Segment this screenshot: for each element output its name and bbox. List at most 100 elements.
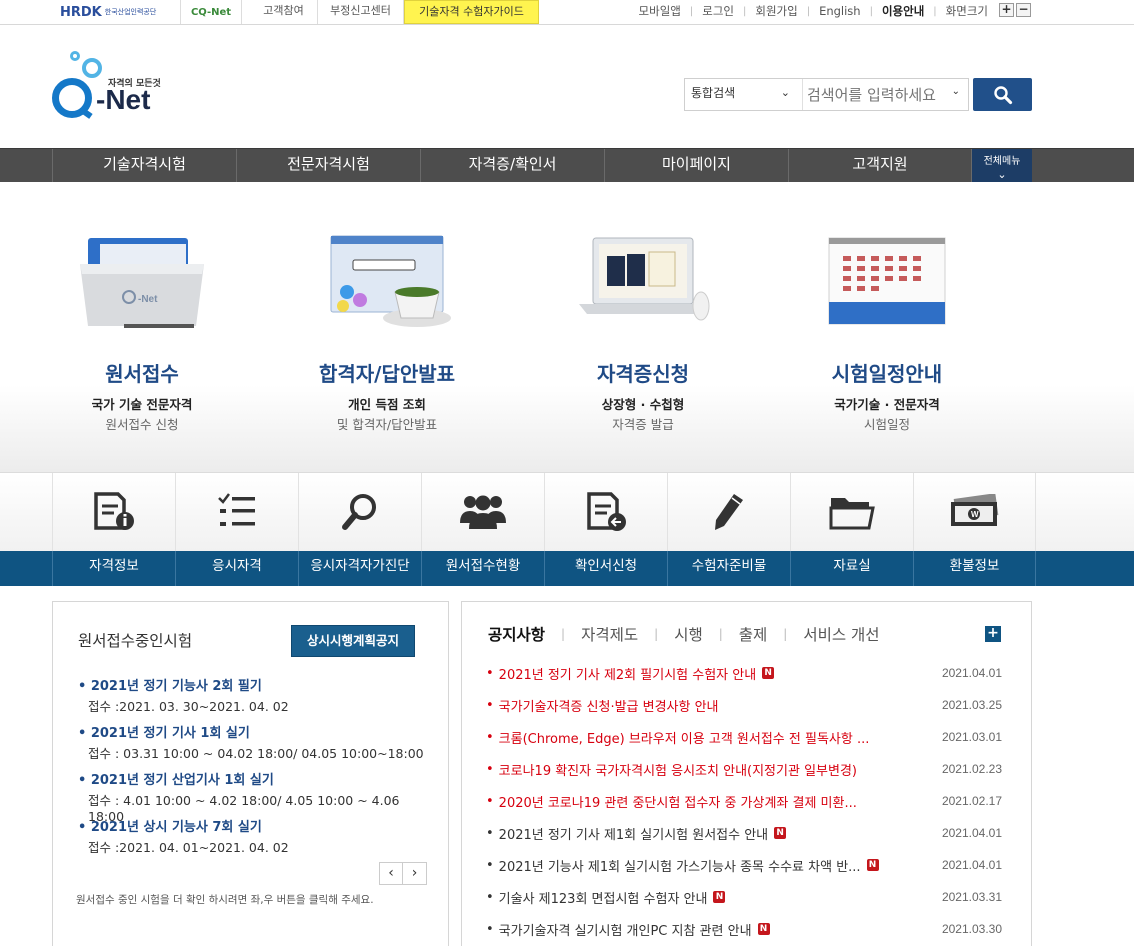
visual-card-sub2: 원서접수 신청 bbox=[105, 417, 179, 432]
search-button[interactable] bbox=[973, 78, 1032, 111]
bullet: • bbox=[486, 729, 494, 745]
list-item[interactable]: • 2021년 정기 기사 1회 실기 접수 : 03.31 10:00 ~ 0… bbox=[78, 722, 438, 769]
quick-menu-qualification-info[interactable] bbox=[52, 473, 175, 551]
notice-box: 공지사항 | 자격제도 | 시행 | 출제 | 서비스 개선 + • 2021년 정기 … bbox=[461, 601, 1032, 946]
link-mobile-app[interactable]: 모바일앱 bbox=[639, 3, 681, 19]
people-icon bbox=[460, 495, 506, 529]
quick-menu-application-status[interactable] bbox=[421, 473, 544, 551]
top-utility-bar: HRDK 한국산업인력공단 CQ-Net 고객참여 부정신고센터 기술자격 수험… bbox=[0, 0, 1134, 25]
regular-plan-notice-button[interactable]: 상시시행계획공지 bbox=[291, 625, 415, 657]
quick-label-application-status[interactable]: 원서접수현황 bbox=[421, 551, 544, 586]
search-form: 통합검색 ⌄ ⌄ bbox=[684, 78, 969, 111]
quick-menu-refund[interactable]: W bbox=[913, 473, 1036, 551]
table-row[interactable]: • 2021년 정기 기사 제2회 필기시험 수험자 안내 N 2021.04.… bbox=[486, 657, 1006, 689]
zoom-out-button[interactable]: − bbox=[1016, 3, 1031, 17]
link-join[interactable]: 회원가입 bbox=[755, 3, 797, 19]
logo-text: -Net bbox=[96, 84, 151, 115]
search-scope-value: 통합검색 bbox=[691, 86, 736, 100]
hrdk-logo-text: HRDK bbox=[60, 4, 102, 20]
quick-label-exam-supplies[interactable]: 수험자준비물 bbox=[667, 551, 790, 586]
tab-notice[interactable]: 공지사항 bbox=[488, 623, 545, 645]
table-row[interactable]: • 기술사 제123회 면접시험 수험자 안내 N 2021.03.31 bbox=[486, 881, 1006, 913]
all-menu-button[interactable]: 전체메뉴 ⌄ bbox=[972, 149, 1032, 183]
quick-label-archive[interactable]: 자료실 bbox=[790, 551, 913, 586]
notice-date: 2021.03.01 bbox=[941, 730, 1002, 744]
visual-card-sub2: 및 합격자/답안발표 bbox=[336, 417, 438, 432]
magnifier-icon bbox=[342, 494, 376, 530]
next-arrow-button[interactable]: › bbox=[403, 862, 427, 885]
zoom-in-button[interactable]: + bbox=[999, 3, 1014, 17]
quick-label-confirmation-request[interactable]: 확인서신청 bbox=[544, 551, 667, 586]
list-item[interactable]: • 2021년 상시 기능사 7회 실기 접수 :2021. 04. 01~20… bbox=[78, 816, 438, 863]
notice-title: 기술사 제123회 면접시험 수험자 안내 bbox=[498, 891, 708, 907]
link-usage-guide[interactable]: 이용안내 bbox=[882, 3, 924, 19]
table-row[interactable]: • 코로나19 확진자 국가자격시험 응시조치 안내(지정기관 일부변경) 20… bbox=[486, 753, 1006, 785]
visual-card-sub1: 국가기술 · 전문자격 bbox=[834, 397, 940, 412]
tab-service-improvement[interactable]: 서비스 개선 bbox=[803, 623, 879, 645]
link-login[interactable]: 로그인 bbox=[702, 3, 734, 19]
quick-menu-self-check[interactable] bbox=[298, 473, 421, 551]
quick-label-qualification-info[interactable]: 자격정보 bbox=[52, 551, 175, 586]
new-badge: N bbox=[713, 891, 726, 903]
quick-menu-eligibility[interactable] bbox=[175, 473, 298, 551]
tab-implementation[interactable]: 시행 bbox=[674, 623, 703, 645]
hrdk-logo[interactable]: HRDK 한국산업인력공단 bbox=[60, 0, 178, 24]
notice-title: 2020년 코로나19 관련 중단시험 접수자 중 가상계좌 결제 미환... bbox=[498, 795, 857, 811]
top-link-guide[interactable]: 기술자격 수험자가이드 bbox=[404, 0, 539, 24]
search-dropdown-chevron-icon[interactable]: ⌄ bbox=[952, 86, 960, 97]
notice-title: 국가기술자격증 신청·발급 변경사항 안내 bbox=[498, 699, 719, 715]
visual-card-sub1: 상장형 · 수첩형 bbox=[601, 397, 685, 412]
main-navigation: 기술자격시험 전문자격시험 자격증/확인서 마이페이지 고객지원 전체메뉴 ⌄ bbox=[0, 148, 1134, 183]
quick-menu-archive[interactable] bbox=[790, 473, 913, 551]
quick-menu-exam-supplies[interactable] bbox=[667, 473, 790, 551]
search-scope-select[interactable]: 통합검색 ⌄ bbox=[685, 79, 803, 110]
notice-list: • 2021년 정기 기사 제2회 필기시험 수험자 안내 N 2021.04.… bbox=[486, 657, 1006, 945]
main-visual-section: -Net 원서접수 국가 기술 전문자격 원서접수 신청 합격자/답안발표 개인… bbox=[0, 182, 1134, 473]
notice-date: 2021.03.30 bbox=[941, 922, 1002, 936]
tab-qualification-system[interactable]: 자격제도 bbox=[581, 623, 638, 645]
link-english[interactable]: English bbox=[819, 4, 861, 18]
list-item[interactable]: • 2021년 정기 기능사 2회 필기 접수 :2021. 03. 30~20… bbox=[78, 675, 438, 722]
quick-menu-confirmation-request[interactable] bbox=[544, 473, 667, 551]
hrdk-logo-sub: 한국산업인력공단 bbox=[104, 8, 157, 16]
tab-question-setting[interactable]: 출제 bbox=[739, 623, 768, 645]
exam-period: 접수 :2021. 03. 30~2021. 04. 02 bbox=[88, 699, 289, 714]
visual-card-sub2: 시험일정 bbox=[863, 417, 910, 432]
browser-cup-illustration-icon bbox=[330, 235, 451, 327]
prev-arrow-button[interactable]: ‹ bbox=[379, 862, 403, 885]
visual-card-sub1: 국가 기술 전문자격 bbox=[91, 397, 193, 412]
qnet-logo[interactable]: 자격의 모든것 -Net bbox=[50, 48, 170, 128]
nav-certificate[interactable]: 자격증/확인서 bbox=[420, 149, 604, 183]
logo-ring-large bbox=[82, 58, 102, 78]
quick-label-self-check[interactable]: 응시자격자가진단 bbox=[298, 551, 421, 586]
nav-professional-exam[interactable]: 전문자격시험 bbox=[236, 149, 420, 183]
list-item[interactable]: • 2021년 정기 산업기사 1회 실기 접수 : 4.01 10:00 ~ … bbox=[78, 769, 438, 824]
quick-label-eligibility[interactable]: 응시자격 bbox=[175, 551, 298, 586]
notice-tabs: 공지사항 | 자격제도 | 시행 | 출제 | 서비스 개선 bbox=[488, 623, 880, 645]
notice-title: 2021년 기능사 제1회 실기시험 가스기능사 종목 수수료 차액 반... bbox=[498, 859, 861, 875]
exam-period: 접수 :2021. 04. 01~2021. 04. 02 bbox=[88, 840, 289, 855]
qnet-main-page: HRDK 한국산업인력공단 CQ-Net 고객참여 부정신고센터 기술자격 수험… bbox=[0, 0, 1134, 946]
bullet: • bbox=[486, 697, 494, 713]
quick-menu-labels: 자격정보 응시자격 응시자격자가진단 원서접수현황 확인서신청 수험자준비물 자… bbox=[0, 551, 1134, 586]
more-plus-button[interactable]: + bbox=[985, 626, 1001, 642]
nav-mypage[interactable]: 마이페이지 bbox=[604, 149, 788, 183]
notice-title: 국가기술자격 실기시험 개인PC 지참 관련 안내 bbox=[498, 923, 752, 939]
svg-text:W: W bbox=[971, 510, 979, 519]
top-link-report[interactable]: 부정신고센터 bbox=[318, 0, 404, 24]
table-row[interactable]: • 2021년 기능사 제1회 실기시험 가스기능사 종목 수수료 차액 반..… bbox=[486, 849, 1006, 881]
search-input[interactable] bbox=[803, 79, 968, 110]
nav-technical-exam[interactable]: 기술자격시험 bbox=[52, 149, 236, 183]
nav-customer-support[interactable]: 고객지원 bbox=[788, 149, 972, 183]
doc-info-icon bbox=[94, 492, 134, 530]
table-row[interactable]: • 2020년 코로나19 관련 중단시험 접수자 중 가상계좌 결제 미환..… bbox=[486, 785, 1006, 817]
table-row[interactable]: • 국가기술자격 실기시험 개인PC 지참 관련 안내 N 2021.03.30 bbox=[486, 913, 1006, 945]
top-link-customer[interactable]: 고객참여 bbox=[250, 0, 318, 24]
cqnet-logo[interactable]: CQ-Net bbox=[180, 0, 242, 24]
new-badge: N bbox=[762, 667, 775, 679]
quick-label-refund[interactable]: 환불정보 bbox=[913, 551, 1036, 586]
notice-date: 2021.03.25 bbox=[941, 698, 1002, 712]
table-row[interactable]: • 국가기술자격증 신청·발급 변경사항 안내 2021.03.25 bbox=[486, 689, 1006, 721]
table-row[interactable]: • 2021년 정기 기사 제1회 실기시험 원서접수 안내 N 2021.04… bbox=[486, 817, 1006, 849]
table-row[interactable]: • 크롬(Chrome, Edge) 브라우저 이용 고객 원서접수 전 필독사… bbox=[486, 721, 1006, 753]
